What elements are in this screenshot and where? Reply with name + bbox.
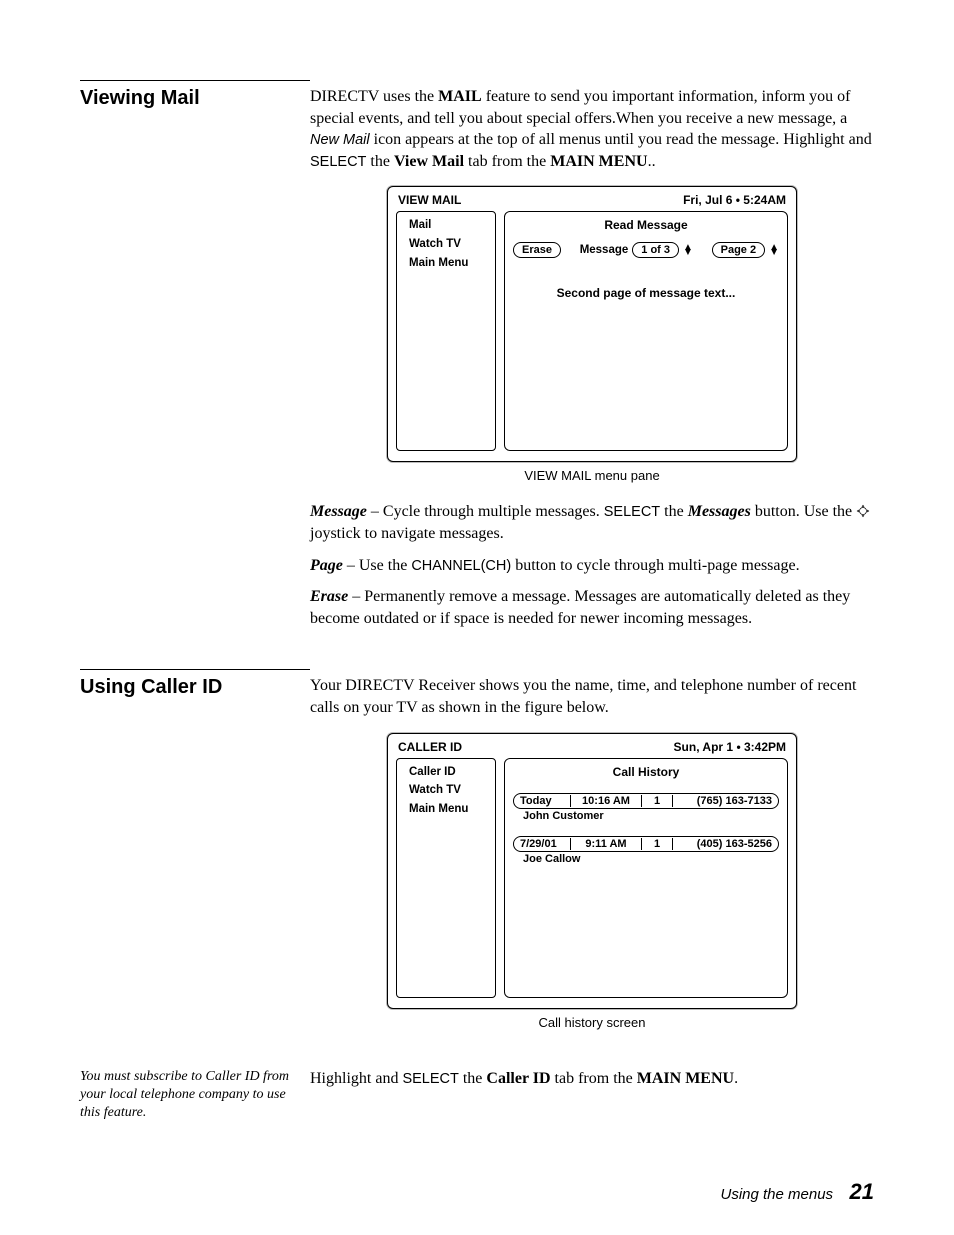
section-callerid-footer: You must subscribe to Caller ID from you…	[80, 1068, 874, 1123]
main-heading: Read Message	[513, 218, 779, 232]
control-row: Erase Message 1 of 3 Page 2	[513, 242, 779, 258]
figure-caller-id: CALLER ID Sun, Apr 1 • 3:42PM Caller ID …	[310, 733, 874, 1030]
call-date: 7/29/01	[520, 838, 566, 850]
figure-view-mail: VIEW MAIL Fri, Jul 6 • 5:24AM Mail Watch…	[310, 186, 874, 483]
panel-title: VIEW MAIL	[398, 193, 461, 207]
panel-sidebar: Mail Watch TV Main Menu	[396, 211, 496, 451]
panel-main: Read Message Erase Message 1 of 3 Page 2	[504, 211, 788, 451]
caller-id-panel: CALLER ID Sun, Apr 1 • 3:42PM Caller ID …	[387, 733, 797, 1009]
heading-col: Viewing Mail	[80, 80, 310, 110]
figure-caption: VIEW MAIL menu pane	[524, 468, 659, 483]
call-count: 1	[646, 838, 668, 850]
call-name: John Customer	[513, 809, 779, 822]
heading-viewing-mail: Viewing Mail	[80, 87, 310, 110]
panel-datetime: Sun, Apr 1 • 3:42PM	[674, 740, 786, 754]
call-count: 1	[646, 795, 668, 807]
call-time: 10:16 AM	[575, 795, 637, 807]
page-explain: Page – Use the CHANNEL(CH) button to cyc…	[310, 555, 874, 577]
page-label: Page 2	[712, 242, 765, 258]
panel-titlebar: VIEW MAIL Fri, Jul 6 • 5:24AM	[396, 193, 788, 211]
heading-col: Using Caller ID	[80, 669, 310, 699]
section-using-caller-id: Using Caller ID Your DIRECTV Receiver sh…	[80, 669, 874, 1047]
heading-using-caller-id: Using Caller ID	[80, 676, 310, 699]
footer-text: Using the menus	[721, 1186, 834, 1203]
view-mail-panel: VIEW MAIL Fri, Jul 6 • 5:24AM Mail Watch…	[387, 186, 797, 462]
sidebar-item-watch-tv[interactable]: Watch TV	[403, 782, 489, 800]
main-heading: Call History	[513, 765, 779, 779]
message-explain: Message – Cycle through multiple message…	[310, 501, 874, 544]
panel-datetime: Fri, Jul 6 • 5:24AM	[683, 193, 786, 207]
call-time: 9:11 AM	[575, 838, 637, 850]
call-name: Joe Callow	[513, 852, 779, 865]
panel-main: Call History Today 10:16 AM 1 (765) 163-…	[504, 758, 788, 998]
call-phone: (405) 163-5256	[677, 838, 772, 850]
panel-title: CALLER ID	[398, 740, 462, 754]
callerid-intro: Your DIRECTV Receiver shows you the name…	[310, 675, 874, 718]
erase-button[interactable]: Erase	[513, 242, 561, 258]
section-body: Your DIRECTV Receiver shows you the name…	[310, 669, 874, 1047]
sidebar-item-caller-id[interactable]: Caller ID	[403, 764, 489, 782]
page-arrows-icon	[769, 245, 779, 256]
call-date: Today	[520, 795, 566, 807]
figure-caption: Call history screen	[539, 1015, 646, 1030]
intro-paragraph: DIRECTV uses the MAIL feature to send yo…	[310, 86, 874, 172]
call-row[interactable]: 7/29/01 9:11 AM 1 (405) 163-5256 Joe Cal…	[513, 836, 779, 865]
sidebar-item-main-menu[interactable]: Main Menu	[403, 801, 489, 819]
erase-explain: Erase – Permanently remove a message. Me…	[310, 586, 874, 629]
panel-titlebar: CALLER ID Sun, Apr 1 • 3:42PM	[396, 740, 788, 758]
section-body: DIRECTV uses the MAIL feature to send yo…	[310, 80, 874, 639]
section-viewing-mail: Viewing Mail DIRECTV uses the MAIL featu…	[80, 80, 874, 639]
sidenote: You must subscribe to Caller ID from you…	[80, 1068, 310, 1123]
joystick-icon	[856, 504, 870, 518]
panel-sidebar: Caller ID Watch TV Main Menu	[396, 758, 496, 998]
footer-page-number: 21	[850, 1179, 874, 1204]
call-phone: (765) 163-7133	[677, 795, 772, 807]
message-body: Second page of message text...	[513, 286, 779, 300]
call-row[interactable]: Today 10:16 AM 1 (765) 163-7133 John Cus…	[513, 793, 779, 822]
closing-body: Highlight and SELECT the Caller ID tab f…	[310, 1068, 874, 1100]
page-footer: Using the menus 21	[721, 1179, 875, 1205]
closing-paragraph: Highlight and SELECT the Caller ID tab f…	[310, 1068, 874, 1090]
page-control[interactable]: Page 2	[712, 242, 779, 258]
sidebar-item-watch-tv[interactable]: Watch TV	[403, 236, 489, 254]
message-arrows-icon	[683, 245, 693, 256]
message-label: Message	[580, 244, 629, 256]
message-control[interactable]: Message 1 of 3	[580, 242, 693, 258]
sidenote-col: You must subscribe to Caller ID from you…	[80, 1068, 310, 1123]
message-count: 1 of 3	[632, 242, 679, 258]
sidebar-item-main-menu[interactable]: Main Menu	[403, 255, 489, 273]
sidebar-item-mail[interactable]: Mail	[403, 217, 489, 235]
